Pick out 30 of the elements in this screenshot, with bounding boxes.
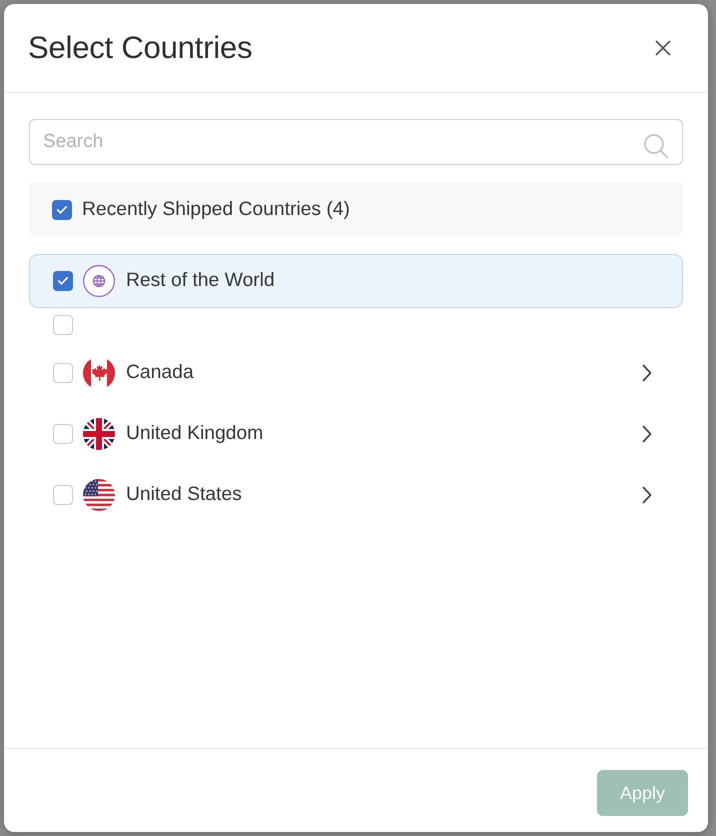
globe-icon	[83, 265, 115, 297]
expand-button[interactable]	[642, 486, 652, 504]
row-label: Rest of the World	[126, 270, 275, 292]
chevron-right-icon	[642, 424, 652, 442]
expand-button[interactable]	[642, 424, 652, 442]
row-label: Canada	[126, 362, 194, 384]
highlighted-row[interactable]: Rest of the World	[29, 254, 683, 308]
flag-icon	[83, 356, 115, 388]
search-icon	[643, 133, 669, 159]
row-label: Recently Shipped Countries (4)	[82, 198, 350, 220]
recent-countries-row[interactable]: Recently Shipped Countries (4)	[29, 182, 683, 237]
checkbox[interactable]	[53, 271, 73, 291]
close-button[interactable]	[655, 40, 671, 56]
checkbox[interactable]	[53, 424, 73, 444]
checkbox[interactable]	[53, 315, 73, 335]
close-icon	[655, 40, 671, 56]
expand-button[interactable]	[642, 364, 652, 382]
checkbox[interactable]	[53, 362, 73, 382]
dialog-title: Select Countries	[28, 30, 254, 66]
checkmark-icon	[57, 206, 67, 214]
search-field[interactable]: Search	[29, 119, 683, 165]
flag-icon	[83, 478, 115, 510]
checkmark-icon	[58, 277, 68, 285]
checkbox[interactable]	[53, 484, 73, 504]
flag-icon	[83, 418, 115, 450]
checkbox[interactable]	[52, 200, 72, 220]
row-label: United Kingdom	[126, 422, 264, 444]
chevron-right-icon	[642, 364, 652, 382]
chevron-right-icon	[642, 486, 652, 504]
row-label: United States	[126, 484, 242, 506]
